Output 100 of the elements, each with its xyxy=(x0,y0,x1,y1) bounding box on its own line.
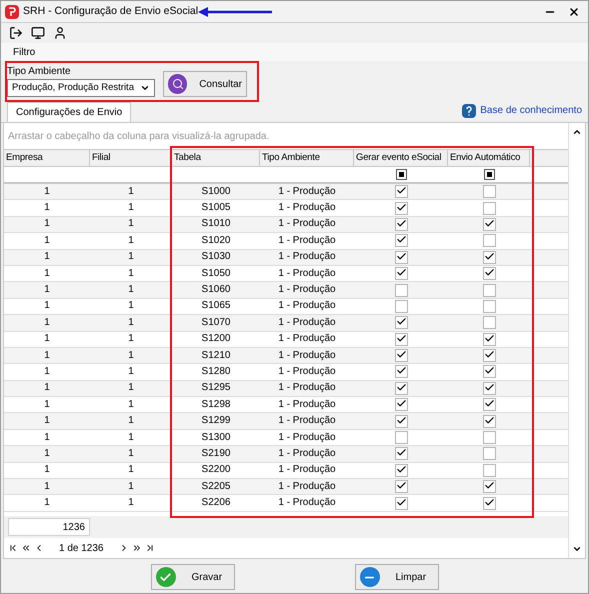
checkbox[interactable] xyxy=(394,447,408,460)
limpar-button[interactable]: Limpar xyxy=(354,564,438,590)
checkbox[interactable] xyxy=(482,447,496,460)
checkbox[interactable] xyxy=(394,332,408,346)
checkbox[interactable] xyxy=(482,300,496,313)
table-cell: 1 - Produção xyxy=(278,482,336,492)
checkbox[interactable] xyxy=(482,496,496,510)
table-cell: 1 xyxy=(128,285,134,296)
record-count: 1236 xyxy=(8,518,90,536)
checkbox[interactable] xyxy=(482,464,496,477)
menu-item[interactable]: Filtro xyxy=(13,44,36,60)
table-cell: 1 xyxy=(128,448,134,459)
checkbox[interactable] xyxy=(394,398,408,412)
checkbox[interactable] xyxy=(394,234,408,248)
table-cell: 1 xyxy=(44,465,50,476)
table-cell: 1 xyxy=(128,465,134,476)
checkbox[interactable] xyxy=(394,382,408,395)
table-cell: 1 - Produção xyxy=(278,268,336,279)
table-cell: S1030 xyxy=(202,252,230,262)
checkbox[interactable] xyxy=(394,365,408,378)
checkbox[interactable] xyxy=(394,202,408,215)
column-header[interactable]: Tipo Ambiente xyxy=(260,150,354,166)
table-cell: S1200 xyxy=(202,334,230,344)
column-header[interactable]: Empresa xyxy=(4,150,90,166)
checkbox[interactable] xyxy=(482,382,496,395)
filter-checkbox[interactable] xyxy=(484,169,494,180)
checkbox[interactable] xyxy=(482,431,496,444)
table-cell: 1 - Produção xyxy=(278,203,336,214)
table-cell: 1 - Produção xyxy=(278,416,336,426)
checkbox[interactable] xyxy=(482,218,496,231)
checkbox[interactable] xyxy=(482,365,496,378)
monitor-icon[interactable] xyxy=(31,26,45,40)
checkbox[interactable] xyxy=(482,398,496,412)
column-header[interactable]: Gerar evento eSocial xyxy=(354,150,448,166)
checkbox[interactable] xyxy=(394,185,408,198)
checkbox[interactable] xyxy=(394,431,408,444)
checkbox[interactable] xyxy=(482,284,496,297)
table-cell: 1 xyxy=(44,285,50,296)
checkbox[interactable] xyxy=(482,234,496,248)
checkbox[interactable] xyxy=(482,332,496,346)
table-cell: 1 - Produção xyxy=(278,318,336,328)
knowledge-base-link[interactable]: Base de conhecimento xyxy=(480,103,582,118)
close-icon[interactable] xyxy=(568,6,580,18)
scroll-up-icon[interactable] xyxy=(572,127,582,137)
checkbox[interactable] xyxy=(394,267,408,280)
checkbox[interactable] xyxy=(394,496,408,510)
table-cell: S1298 xyxy=(202,400,230,410)
checkbox[interactable] xyxy=(482,267,496,280)
table-cell: 1 xyxy=(44,219,50,230)
table-cell: 1 xyxy=(128,219,134,230)
table-cell: 1 - Produção xyxy=(278,350,336,361)
checkbox[interactable] xyxy=(482,414,496,428)
column-header[interactable]: Tabela xyxy=(172,150,260,166)
consultar-button[interactable]: Consultar xyxy=(163,71,247,97)
checkbox[interactable] xyxy=(394,250,408,264)
table-cell: S2190 xyxy=(202,448,230,459)
table-cell: 1 xyxy=(44,482,50,492)
column-header[interactable]: Envio Automático xyxy=(448,150,530,166)
checkbox[interactable] xyxy=(482,349,496,362)
checkbox[interactable] xyxy=(394,218,408,231)
next-pages-icon[interactable] xyxy=(132,543,142,553)
table-cell: 1 - Produção xyxy=(278,252,336,262)
user-icon[interactable] xyxy=(53,26,67,40)
gravar-button[interactable]: Gravar xyxy=(150,564,234,590)
table-cell: 1 xyxy=(44,448,50,459)
checkbox[interactable] xyxy=(394,414,408,428)
table-cell: 1 xyxy=(128,252,134,262)
checkbox[interactable] xyxy=(482,202,496,215)
table-cell: S2205 xyxy=(202,482,230,492)
group-hint: Arrastar o cabeçalho da coluna para visualizá-la agrupada. xyxy=(8,130,270,144)
first-page-icon[interactable] xyxy=(8,543,18,553)
checkbox[interactable] xyxy=(394,480,408,494)
table-cell: 1 xyxy=(128,416,134,426)
checkbox[interactable] xyxy=(482,480,496,494)
checkbox[interactable] xyxy=(394,300,408,313)
table-cell: S2200 xyxy=(202,465,230,476)
last-page-icon[interactable] xyxy=(144,543,154,553)
table-cell: 1 xyxy=(128,236,134,246)
checkbox[interactable] xyxy=(394,316,408,330)
column-header[interactable]: Filial xyxy=(90,150,172,166)
table-cell: 1 xyxy=(44,301,50,312)
table-cell: 1 xyxy=(128,366,134,377)
checkbox[interactable] xyxy=(394,349,408,362)
table-cell: S1020 xyxy=(202,236,230,246)
checkbox[interactable] xyxy=(482,250,496,264)
table-cell: 1 xyxy=(44,366,50,377)
tab[interactable]: Configurações de Envio xyxy=(7,102,132,122)
checkbox[interactable] xyxy=(482,185,496,198)
environment-dropdown[interactable]: Produção, Produção Restrita xyxy=(7,79,155,97)
filter-checkbox[interactable] xyxy=(396,169,406,180)
checkbox[interactable] xyxy=(394,284,408,297)
previous-pages-icon[interactable] xyxy=(21,543,31,553)
checkbox[interactable] xyxy=(394,464,408,477)
table-cell: 1 xyxy=(44,350,50,361)
scroll-down-icon[interactable] xyxy=(572,544,582,554)
exit-icon[interactable] xyxy=(9,26,23,40)
table-cell: S1070 xyxy=(202,318,230,328)
table-cell: S1295 xyxy=(202,383,230,394)
table-cell: 1 xyxy=(128,350,134,361)
checkbox[interactable] xyxy=(482,316,496,330)
